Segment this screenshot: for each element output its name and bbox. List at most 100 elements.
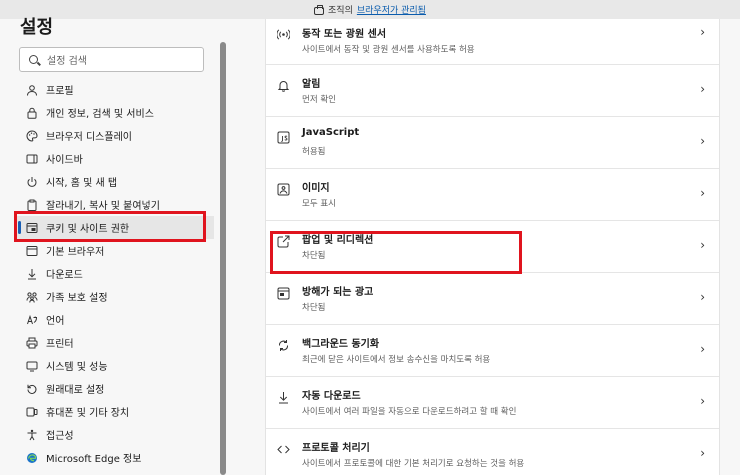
managed-banner-text: 조직의 [328,6,353,16]
sidebar-item-downloads[interactable]: 다운로드 [14,262,214,285]
family-icon [26,291,38,303]
list-item-subtitle: 사이트에서 여러 파일을 자동으로 다운로드하려고 할 때 확인 [302,407,517,417]
search-placeholder: 설정 검색 [47,56,87,67]
list-item-title: 프로토콜 처리기 [302,443,370,454]
sidebar-item-label: 다운로드 [46,270,83,281]
list-item-notifications[interactable]: 알림 먼저 확인 › [266,65,719,117]
list-item-title: 동작 또는 광원 센서 [302,29,387,40]
chevron-right-icon: › [700,238,705,252]
sidebar-item-cookies-permissions[interactable]: 쿠키 및 사이트 권한 [14,216,214,239]
sidebar-item-phone[interactable]: 휴대폰 및 기타 장치 [14,400,214,423]
chevron-right-icon: › [700,446,705,460]
list-item-subtitle: 최근에 닫은 사이트에서 정보 송수신을 마치도록 허용 [302,355,491,365]
sidebar-item-label: 휴대폰 및 기타 장치 [46,408,130,419]
search-icon [29,55,38,64]
javascript-icon [277,131,290,144]
sidebar-item-label: 쿠키 및 사이트 권한 [46,224,130,235]
list-item-intrusive-ads[interactable]: 방해가 되는 광고 차단됨 › [266,273,719,325]
sidebar-item-label: 시작, 홈 및 새 탭 [46,178,118,189]
sidebar-item-appearance[interactable]: 브라우저 디스플레이 [14,124,214,147]
sidebar-item-family[interactable]: 가족 보호 설정 [14,285,214,308]
briefcase-icon [314,4,325,15]
protocol-icon [277,443,290,456]
popup-icon [277,235,290,248]
list-item-images[interactable]: 이미지 모두 표시 › [266,169,719,221]
lock-icon [26,107,38,119]
language-icon [26,314,38,326]
list-item-title: 팝업 및 리디렉션 [302,235,374,246]
motion-sensor-icon [277,28,290,41]
list-item-subtitle: 차단됨 [302,303,326,313]
sidebar-item-system[interactable]: 시스템 및 성능 [14,354,214,377]
list-item-popups-redirects[interactable]: 팝업 및 리디렉션 차단됨 › [266,221,719,273]
sidebar-item-start-home[interactable]: 시작, 홈 및 새 탭 [14,170,214,193]
list-item-background-sync[interactable]: 백그라운드 동기화 최근에 닫은 사이트에서 정보 송수신을 마치도록 허용 › [266,325,719,377]
sync-icon [277,339,290,352]
sidebar-item-default-browser[interactable]: 기본 브라우저 [14,239,214,262]
list-item-title: JavaScript [302,127,360,138]
sidebar-icon [26,153,38,165]
sidebar-item-label: 개인 정보, 검색 및 서비스 [46,109,154,120]
list-item-automatic-downloads[interactable]: 자동 다운로드 사이트에서 여러 파일을 자동으로 다운로드하려고 할 때 확인… [266,377,719,429]
ads-icon [277,287,290,300]
sidebar-item-label: 브라우저 디스플레이 [46,132,132,143]
sidebar-item-label: 프린터 [46,339,74,350]
search-input[interactable]: 설정 검색 [19,47,204,72]
list-item-subtitle: 모두 표시 [302,199,336,209]
profile-icon [26,84,38,96]
sidebar-item-privacy[interactable]: 개인 정보, 검색 및 서비스 [14,101,214,124]
sidebar-scrollbar[interactable] [220,42,226,475]
palette-icon [26,129,38,142]
sidebar-item-label: 시스템 및 성능 [46,362,108,373]
list-item-motion-sensors[interactable]: 동작 또는 광원 센서 사이트에서 동작 및 광원 센서를 사용하도록 허용 › [266,19,719,65]
list-item-title: 알림 [302,79,321,90]
phone-icon [26,406,38,418]
list-item-title: 백그라운드 동기화 [302,339,380,350]
chevron-right-icon: › [700,82,705,96]
sidebar-item-label: 원래대로 설정 [46,385,105,396]
sidebar-item-label: 사이드바 [46,155,83,166]
list-item-subtitle: 먼저 확인 [302,95,336,105]
clipboard-icon [26,199,38,211]
sidebar-item-languages[interactable]: 언어 [14,308,214,331]
list-item-subtitle: 사이트에서 프로토콜에 대한 기본 처리기로 요청하는 것을 허용 [302,459,525,469]
sidebar-item-label: Microsoft Edge 정보 [46,454,142,465]
power-icon [26,176,38,188]
image-icon [277,183,290,196]
sidebar-item-reset[interactable]: 원래대로 설정 [14,377,214,400]
site-permissions-list: 동작 또는 광원 센서 사이트에서 동작 및 광원 센서를 사용하도록 허용 ›… [265,19,720,475]
list-item-title: 방해가 되는 광고 [302,287,374,298]
chevron-right-icon: › [700,290,705,304]
download-icon [26,268,38,280]
edge-logo-icon [26,452,38,464]
active-indicator [18,221,21,234]
managed-banner-link[interactable]: 브라우저가 관리됨 [357,3,426,16]
download-icon [277,391,290,404]
list-item-title: 이미지 [302,183,330,194]
site-permissions-icon [26,222,38,234]
sidebar-item-clipboard[interactable]: 잘라내기, 복사 및 붙여넣기 [14,193,214,216]
sidebar-item-about[interactable]: Microsoft Edge 정보 [14,446,214,469]
page-title: 설정 [20,17,54,38]
chevron-right-icon: › [700,186,705,200]
browser-icon [26,245,38,257]
sidebar-item-label: 가족 보호 설정 [46,293,108,304]
settings-sidebar: 설정 설정 검색 프로필 개인 정보, 검색 및 서비스 브라우저 디스플레이 … [0,0,228,475]
chevron-right-icon: › [700,25,705,39]
list-item-subtitle: 차단됨 [302,251,326,261]
list-item-javascript[interactable]: JavaScript 허용됨 › [266,117,719,169]
sidebar-item-printers[interactable]: 프린터 [14,331,214,354]
list-item-subtitle: 허용됨 [302,147,326,157]
list-item-protocol-handlers[interactable]: 프로토콜 처리기 사이트에서 프로토콜에 대한 기본 처리기로 요청하는 것을 … [266,429,719,475]
sidebar-item-label: 프로필 [46,86,74,97]
sidebar-item-label: 기본 브라우저 [46,247,105,258]
sidebar-item-label: 접근성 [46,431,74,442]
chevron-right-icon: › [700,342,705,356]
accessibility-icon [26,429,38,441]
system-icon [26,360,38,372]
sidebar-item-profile[interactable]: 프로필 [14,78,214,101]
sidebar-item-sidebar[interactable]: 사이드바 [14,147,214,170]
sidebar-item-label: 언어 [46,316,65,327]
sidebar-item-accessibility[interactable]: 접근성 [14,423,214,446]
chevron-right-icon: › [700,394,705,408]
